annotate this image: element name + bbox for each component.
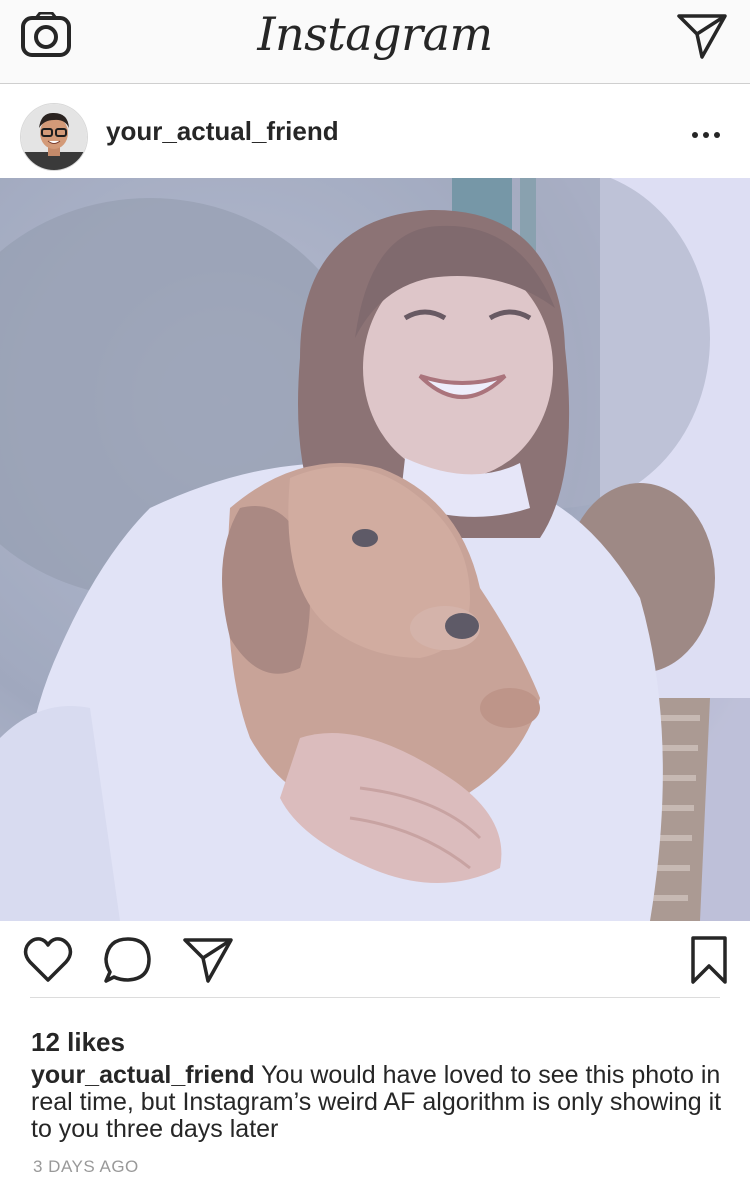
action-divider <box>30 997 720 998</box>
instagram-logo[interactable]: Instagram <box>0 4 750 64</box>
paper-plane-icon[interactable] <box>676 12 728 60</box>
heart-icon[interactable] <box>22 935 74 985</box>
post-caption: your_actual_friend You would have loved … <box>31 1062 731 1143</box>
share-paper-plane-icon[interactable] <box>182 935 234 985</box>
avatar[interactable] <box>21 104 87 170</box>
caption-username[interactable]: your_actual_friend <box>31 1061 255 1089</box>
post-timestamp: 3 DAYS AGO <box>33 1157 139 1176</box>
post-photo[interactable] <box>0 178 750 921</box>
post-header: your_actual_friend <box>0 84 750 178</box>
app-header: Instagram <box>0 0 750 84</box>
post-username[interactable]: your_actual_friend <box>106 116 339 147</box>
post-actions <box>0 921 750 999</box>
bookmark-icon[interactable] <box>683 935 735 985</box>
avatar-image <box>21 104 87 170</box>
more-dots-icon[interactable] <box>690 120 722 150</box>
comment-bubble-icon[interactable] <box>102 935 154 985</box>
post-photo-illustration <box>0 178 750 921</box>
likes-count[interactable]: 12 likes <box>31 1027 125 1058</box>
